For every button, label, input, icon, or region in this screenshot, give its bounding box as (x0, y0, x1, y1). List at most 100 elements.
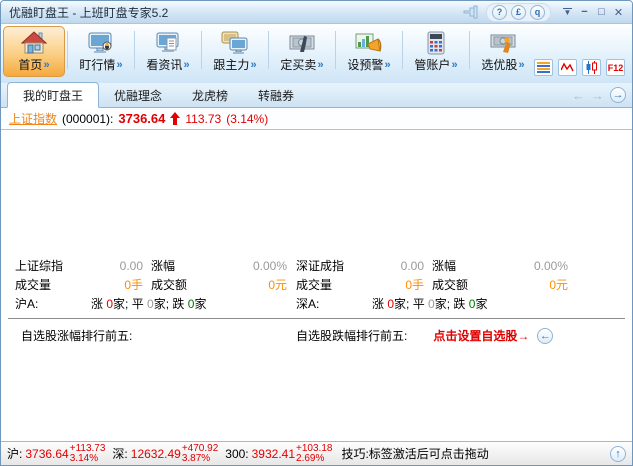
toolbar-button-home[interactable]: 首页» (3, 26, 65, 77)
index-header-bar: 上证指数 (000001): 3736.64 113.73 (3.14%) (1, 108, 632, 130)
chevron-right-icon: » (43, 58, 50, 71)
toolbar-button-set-trade[interactable]: 定买卖» (271, 26, 333, 77)
maximize-button[interactable]: □ (593, 6, 610, 18)
section-divider (8, 318, 625, 319)
chevron-right-icon: » (451, 58, 458, 71)
status-change: +113.73 (69, 442, 106, 454)
f12-shortcut-icon[interactable]: F12 (606, 59, 625, 76)
toolbar-button-news[interactable]: 看资讯» (137, 26, 199, 77)
news-icon (153, 28, 183, 56)
toolbar-separator (402, 31, 403, 69)
volume-value: 0手 (124, 278, 143, 292)
index-label: 上证综指 (15, 259, 64, 273)
status-label: 300: (225, 446, 249, 461)
down-unit: 家 (475, 297, 488, 311)
down-label: 跌 (453, 297, 469, 311)
minimize-to-tray-button[interactable]: ▼ (559, 8, 576, 17)
stats-row: 深证成指 0.00 涨幅 0.00% (296, 256, 577, 275)
change-value: 0.00% (252, 258, 287, 273)
down-count: 0 (187, 296, 195, 311)
amount-value: 0元 (549, 278, 568, 292)
index-name-link[interactable]: 上证指数 (9, 110, 57, 127)
flat-unit: 家; (434, 297, 454, 311)
status-index-sh[interactable]: 沪: 3736.64 +113.73 3.14% (7, 442, 106, 464)
currency-button[interactable]: £ (511, 4, 526, 20)
app-window: 优融盯盘王 - 上班盯盘专家5.2 ? £ q ▼ − □ ✕ 首页 » 盯行情… (0, 0, 633, 466)
nav-go-button[interactable]: → (610, 87, 626, 103)
title-bar[interactable]: 优融盯盘王 - 上班盯盘专家5.2 ? £ q ▼ − □ ✕ (1, 1, 632, 23)
tab-philosophy[interactable]: 优融理念 (99, 83, 177, 107)
watchlist-right-group: 自选股跌幅排行前五: 点击设置自选股→ ← (296, 327, 554, 344)
status-index-300[interactable]: 300: 3932.41 +103.18 2.69% (225, 443, 332, 464)
minimize-button[interactable]: − (576, 6, 593, 18)
up-count: 0 (106, 296, 114, 311)
toolbar-button-set-alert[interactable]: 设预警» (338, 26, 400, 77)
window-title: 优融盯盘王 - 上班盯盘专家5.2 (9, 5, 169, 20)
set-alert-icon (354, 28, 384, 56)
status-bar: 沪: 3736.64 +113.73 3.14% 深: 12632.49 +47… (1, 441, 632, 465)
watch-market-icon (86, 28, 116, 56)
toolbar-separator (201, 31, 202, 69)
tab-my-panel[interactable]: 我的盯盘王 (7, 82, 100, 108)
down-unit: 家 (194, 297, 207, 311)
toolbar-button-manage-account[interactable]: 管账户» (405, 26, 467, 77)
volume-value: 0手 (405, 278, 424, 292)
toolbar-button-watch-market[interactable]: 盯行情» (70, 26, 132, 77)
quote-button[interactable]: q (530, 4, 545, 20)
toolbar-button-label: 定买卖 (280, 58, 317, 72)
set-trade-icon (287, 28, 317, 56)
help-button[interactable]: ? (492, 4, 507, 20)
close-button[interactable]: ✕ (610, 6, 627, 19)
toolbar-button-pick-stock[interactable]: 选优股» (472, 26, 534, 77)
chevron-right-icon: » (250, 58, 257, 71)
amount-value: 0元 (268, 278, 287, 292)
status-label: 深: (112, 447, 128, 461)
amount-label: 成交额 (151, 278, 188, 292)
stats-row: 沪A: 涨 0 家; 平 0 家; 跌 0家 (15, 294, 296, 313)
status-change-stack: +103.18 2.69% (296, 443, 332, 464)
tab-nav-controls: ← → → (572, 87, 626, 107)
scroll-top-button[interactable]: ↑ (610, 445, 626, 462)
chevron-right-icon: » (317, 58, 324, 71)
pick-stock-icon (488, 28, 518, 56)
change-value: 0.00% (533, 258, 568, 273)
toolbar-separator (469, 31, 470, 69)
toolbar-separator (67, 31, 68, 69)
status-index-sz[interactable]: 深: 12632.49 +470.92 3.87% (112, 442, 219, 464)
flat-label: 平 (131, 297, 148, 311)
nav-back-icon[interactable]: ← (572, 88, 585, 103)
toolbar-button-label: 设预警 (347, 58, 384, 72)
amount-label: 成交额 (432, 278, 469, 292)
status-value: 3736.64 (25, 446, 69, 461)
candlestick-chart-icon[interactable] (582, 59, 601, 76)
setup-watchlist-link[interactable]: 点击设置自选股→ (433, 327, 529, 344)
toolbar-button-label: 管账户 (414, 58, 451, 72)
list-view-icon[interactable] (534, 59, 553, 76)
toolbar-button-follow-mainforce[interactable]: 跟主力» (204, 26, 266, 77)
mini-icon-group: F12 (534, 59, 629, 76)
toolbar-button-label: 首页 (18, 58, 43, 72)
status-change-stack: +113.73 3.14% (69, 442, 106, 464)
line-chart-icon[interactable] (558, 59, 577, 76)
nav-forward-icon[interactable]: → (591, 88, 604, 103)
stats-row: 上证综指 0.00 涨幅 0.00% (15, 256, 296, 275)
down-label: 跌 (172, 297, 188, 311)
watchlist-gainers-label: 自选股涨幅排行前五: (21, 329, 133, 343)
toolbar-button-label: 看资讯 (146, 58, 183, 72)
index-change: 113.73 (185, 111, 222, 126)
pin-icon[interactable] (462, 5, 480, 19)
toolbar-button-label: 选优股 (481, 58, 518, 72)
tray-arrow-icon: ▼ (563, 8, 572, 17)
watchlist-row: 自选股涨幅排行前五: 自选股跌幅排行前五: 点击设置自选股→ ← (1, 327, 632, 344)
status-change: +470.92 (181, 442, 219, 454)
up-label: 涨 (91, 297, 107, 311)
toolbar-button-label: 跟主力 (213, 58, 250, 72)
tab-margin[interactable]: 转融券 (243, 83, 309, 107)
toolbar-separator (268, 31, 269, 69)
status-label: 沪: (7, 447, 23, 461)
tab-dragon-tiger[interactable]: 龙虎榜 (177, 83, 243, 107)
index-change-pct: (3.14%) (226, 111, 269, 126)
collapse-left-button[interactable]: ← (537, 327, 554, 344)
index-code: (000001): (62, 111, 114, 126)
index-label: 深证成指 (296, 259, 345, 273)
